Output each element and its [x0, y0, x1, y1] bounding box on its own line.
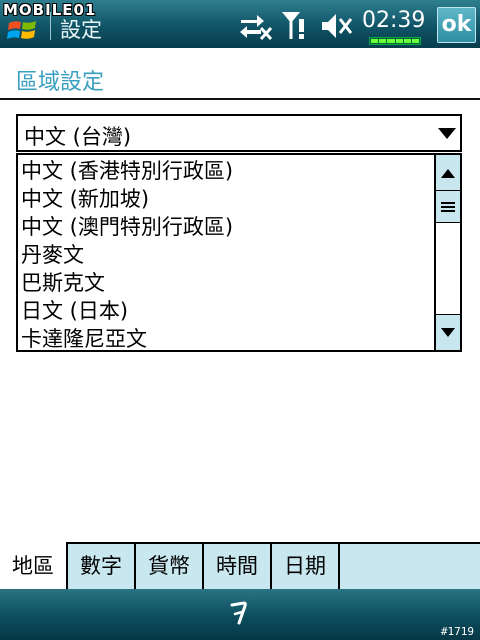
sync-disconnected-icon[interactable] — [237, 11, 273, 41]
battery-indicator — [369, 37, 421, 45]
tab-4[interactable]: 日期 — [272, 544, 340, 589]
list-item[interactable]: 中文 (澳門特別行政區) — [21, 213, 436, 241]
input-panel-icon[interactable] — [224, 597, 256, 631]
scrollbar-thumb[interactable] — [436, 191, 460, 223]
image-number: #1719 — [440, 625, 474, 638]
page-title: 區域設定 — [16, 70, 105, 95]
volume-muted-icon[interactable] — [320, 11, 354, 41]
triangle-down-icon[interactable] — [434, 116, 460, 150]
list-item[interactable]: 卡達隆尼亞文 — [21, 325, 436, 350]
windows-flag-icon[interactable] — [6, 17, 40, 43]
scroll-up-button[interactable] — [436, 155, 460, 191]
region-dropdown[interactable]: 中文 (台灣) — [16, 114, 462, 152]
list-item[interactable]: 丹麥文 — [21, 241, 436, 269]
scroll-down-button[interactable] — [436, 314, 460, 350]
tab-3[interactable]: 時間 — [204, 544, 272, 589]
title-bar: MOBILE01 設定 02:39 ok — [0, 0, 480, 48]
softkey-bar: #1719 — [0, 589, 480, 640]
grip-icon — [441, 202, 455, 212]
heading-divider — [0, 98, 480, 100]
app-title: 設定 — [60, 18, 102, 42]
ok-button[interactable]: ok — [437, 7, 476, 43]
list-item[interactable]: 日文 (日本) — [21, 297, 436, 325]
region-options: 中文 (香港特別行政區) 中文 (新加坡) 中文 (澳門特別行政區) 丹麥文 巴斯克文日… — [21, 157, 436, 350]
list-item[interactable]: 中文 (新加坡) — [21, 185, 436, 213]
region-dropdown-value: 中文 (台灣) — [24, 125, 132, 149]
triangle-up-icon — [441, 169, 455, 178]
tab-0[interactable]: 地區 — [0, 542, 68, 589]
triangle-down-icon — [441, 328, 455, 337]
title-separator — [50, 12, 51, 40]
tab-1[interactable]: 數字 — [68, 544, 136, 589]
list-item[interactable]: 巴斯克文 — [21, 269, 436, 297]
tab-strip: 地區 數字 貨幣 時間 日期 — [0, 542, 480, 589]
region-dropdown-list[interactable]: 中文 (香港特別行政區) 中文 (新加坡) 中文 (澳門特別行政區) 丹麥文 巴斯克文日… — [16, 153, 462, 352]
list-item[interactable]: 中文 (香港特別行政區) — [21, 157, 436, 185]
scrollbar[interactable] — [434, 155, 460, 350]
signal-icon[interactable] — [280, 9, 310, 41]
tab-2[interactable]: 貨幣 — [136, 544, 204, 589]
clock[interactable]: 02:39 — [362, 8, 425, 33]
